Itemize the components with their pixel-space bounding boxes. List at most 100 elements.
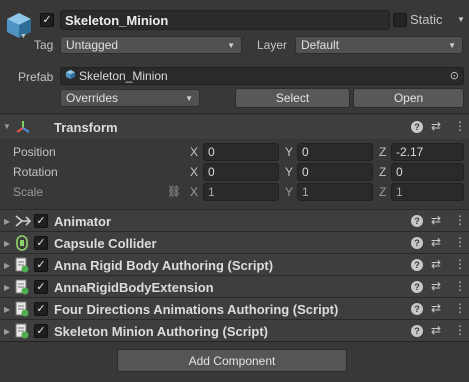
kebab-menu-icon[interactable]: ⋮ (454, 235, 466, 249)
help-icon[interactable]: ? (411, 303, 423, 315)
rotation-label[interactable]: Rotation (13, 165, 58, 179)
rotation-x-axis-label[interactable]: X (190, 165, 198, 179)
component-title: Four Directions Animations Authoring (Sc… (54, 302, 339, 317)
tag-dropdown-value: Untagged (66, 38, 119, 52)
help-icon[interactable]: ? (411, 121, 423, 133)
help-icon[interactable]: ? (411, 325, 423, 337)
script-icon (15, 257, 29, 276)
fold-expanded-icon[interactable]: ▼ (3, 122, 11, 131)
presets-sliders-icon[interactable]: ⇄ (431, 257, 441, 271)
component-row-four-directions-animations-authoring[interactable]: ▶ ✓ Four Directions Animations Authoring… (0, 297, 469, 319)
component-row-skeleton-minion-authoring[interactable]: ▶ ✓ Skeleton Minion Authoring (Script) ?… (0, 319, 469, 341)
scale-y-axis-label[interactable]: Y (285, 185, 293, 199)
prefab-cube-icon (65, 69, 76, 83)
presets-sliders-icon[interactable]: ⇄ (431, 279, 441, 293)
scale-label[interactable]: Scale (13, 185, 43, 199)
layer-dropdown-value: Default (301, 38, 340, 52)
presets-sliders-icon[interactable]: ⇄ (431, 323, 441, 337)
prefab-asset-name: Skeleton_Minion (79, 69, 168, 83)
help-icon[interactable]: ? (411, 215, 423, 227)
help-icon[interactable]: ? (411, 259, 423, 271)
kebab-menu-icon[interactable]: ⋮ (454, 301, 466, 315)
scale-x-field[interactable]: 1 (203, 183, 279, 201)
static-dropdown-arrow-icon[interactable]: ▼ (457, 15, 465, 24)
scale-y-field[interactable]: 1 (297, 183, 373, 201)
component-row-animator[interactable]: ▶ ✓ Animator ? ⇄ ⋮ (0, 209, 469, 231)
fold-collapsed-icon[interactable]: ▶ (4, 305, 10, 314)
tag-dropdown[interactable]: Untagged ▼ (60, 36, 242, 54)
transform-header[interactable]: ▼ Transform ? ⇄ ⋮ (0, 115, 469, 139)
animator-icon (15, 214, 32, 231)
select-button[interactable]: Select (235, 88, 350, 108)
rotation-z-field[interactable]: 0 (391, 163, 464, 181)
kebab-menu-icon[interactable]: ⋮ (454, 213, 466, 227)
presets-sliders-icon[interactable]: ⇄ (431, 301, 441, 315)
kebab-menu-icon[interactable]: ⋮ (454, 279, 466, 293)
component-title: Skeleton Minion Authoring (Script) (54, 324, 269, 339)
position-label[interactable]: Position (13, 145, 56, 159)
script-icon (15, 301, 29, 320)
prefab-label: Prefab (18, 70, 54, 84)
scale-unlinked-chain-icon[interactable]: ⛓ (167, 185, 181, 198)
position-x-axis-label[interactable]: X (190, 145, 198, 159)
fold-collapsed-icon[interactable]: ▶ (4, 327, 10, 336)
add-component-button[interactable]: Add Component (117, 349, 347, 372)
scale-x-axis-label[interactable]: X (190, 185, 198, 199)
chevron-down-icon: ▼ (448, 41, 456, 50)
position-y-field[interactable]: 0 (297, 143, 373, 161)
game-object-cube-icon[interactable] (4, 10, 34, 40)
position-y-axis-label[interactable]: Y (285, 145, 293, 159)
help-icon[interactable]: ? (411, 281, 423, 293)
presets-sliders-icon[interactable]: ⇄ (431, 235, 441, 249)
object-name-field[interactable]: Skeleton_Minion (60, 10, 390, 30)
component-enabled-checkbox[interactable]: ✓ (34, 258, 48, 272)
layer-label: Layer (257, 38, 288, 52)
fold-collapsed-icon[interactable]: ▶ (4, 283, 10, 292)
tag-label: Tag (34, 38, 54, 52)
static-checkbox[interactable] (393, 13, 407, 27)
component-enabled-checkbox[interactable]: ✓ (34, 236, 48, 250)
components-divider (0, 341, 469, 342)
open-button[interactable]: Open (353, 88, 464, 108)
rotation-y-field[interactable]: 0 (297, 163, 373, 181)
component-enabled-checkbox[interactable]: ✓ (34, 214, 48, 228)
component-title: Capsule Collider (54, 236, 157, 251)
target-icon[interactable]: ⊙ (450, 69, 459, 82)
rotation-x-field[interactable]: 0 (203, 163, 279, 181)
component-title: Animator (54, 214, 112, 229)
component-title: AnnaRigidBodyExtension (54, 280, 214, 295)
component-enabled-checkbox[interactable]: ✓ (34, 324, 48, 338)
component-row-anna-rigid-body-authoring[interactable]: ▶ ✓ Anna Rigid Body Authoring (Script) ?… (0, 253, 469, 275)
position-x-field[interactable]: 0 (203, 143, 279, 161)
help-icon[interactable]: ? (411, 237, 423, 249)
kebab-menu-icon[interactable]: ⋮ (454, 323, 466, 337)
chevron-down-icon: ▼ (185, 94, 193, 103)
transform-title: Transform (54, 120, 118, 135)
rotation-y-axis-label[interactable]: Y (285, 165, 293, 179)
component-enabled-checkbox[interactable]: ✓ (34, 302, 48, 316)
kebab-menu-icon[interactable]: ⋮ (454, 119, 466, 133)
component-enabled-checkbox[interactable]: ✓ (34, 280, 48, 294)
scale-z-axis-label[interactable]: Z (379, 185, 386, 199)
fold-collapsed-icon[interactable]: ▶ (4, 239, 10, 248)
scale-z-field[interactable]: 1 (391, 183, 464, 201)
static-label[interactable]: Static (410, 12, 443, 27)
presets-sliders-icon[interactable]: ⇄ (431, 119, 441, 133)
rotation-z-axis-label[interactable]: Z (379, 165, 386, 179)
presets-sliders-icon[interactable]: ⇄ (431, 213, 441, 227)
transform-axes-icon (15, 119, 31, 138)
component-row-capsule-collider[interactable]: ▶ ✓ Capsule Collider ? ⇄ ⋮ (0, 231, 469, 253)
position-z-axis-label[interactable]: Z (379, 145, 386, 159)
active-checkbox[interactable]: ✓ (40, 13, 54, 27)
component-row-anna-rigid-body-extension[interactable]: ▶ ✓ AnnaRigidBodyExtension ? ⇄ ⋮ (0, 275, 469, 297)
fold-collapsed-icon[interactable]: ▶ (4, 261, 10, 270)
overrides-label: Overrides (66, 91, 119, 105)
overrides-dropdown[interactable]: Overrides ▼ (60, 89, 200, 107)
position-z-field[interactable]: -2.17 (391, 143, 464, 161)
kebab-menu-icon[interactable]: ⋮ (454, 257, 466, 271)
layer-dropdown[interactable]: Default ▼ (295, 36, 463, 54)
prefab-asset-field[interactable]: Skeleton_Minion ⊙ (60, 67, 464, 85)
fold-collapsed-icon[interactable]: ▶ (4, 217, 10, 226)
script-icon (15, 323, 29, 342)
icon-dropdown-arrow-icon[interactable]: ▼ (20, 33, 27, 40)
